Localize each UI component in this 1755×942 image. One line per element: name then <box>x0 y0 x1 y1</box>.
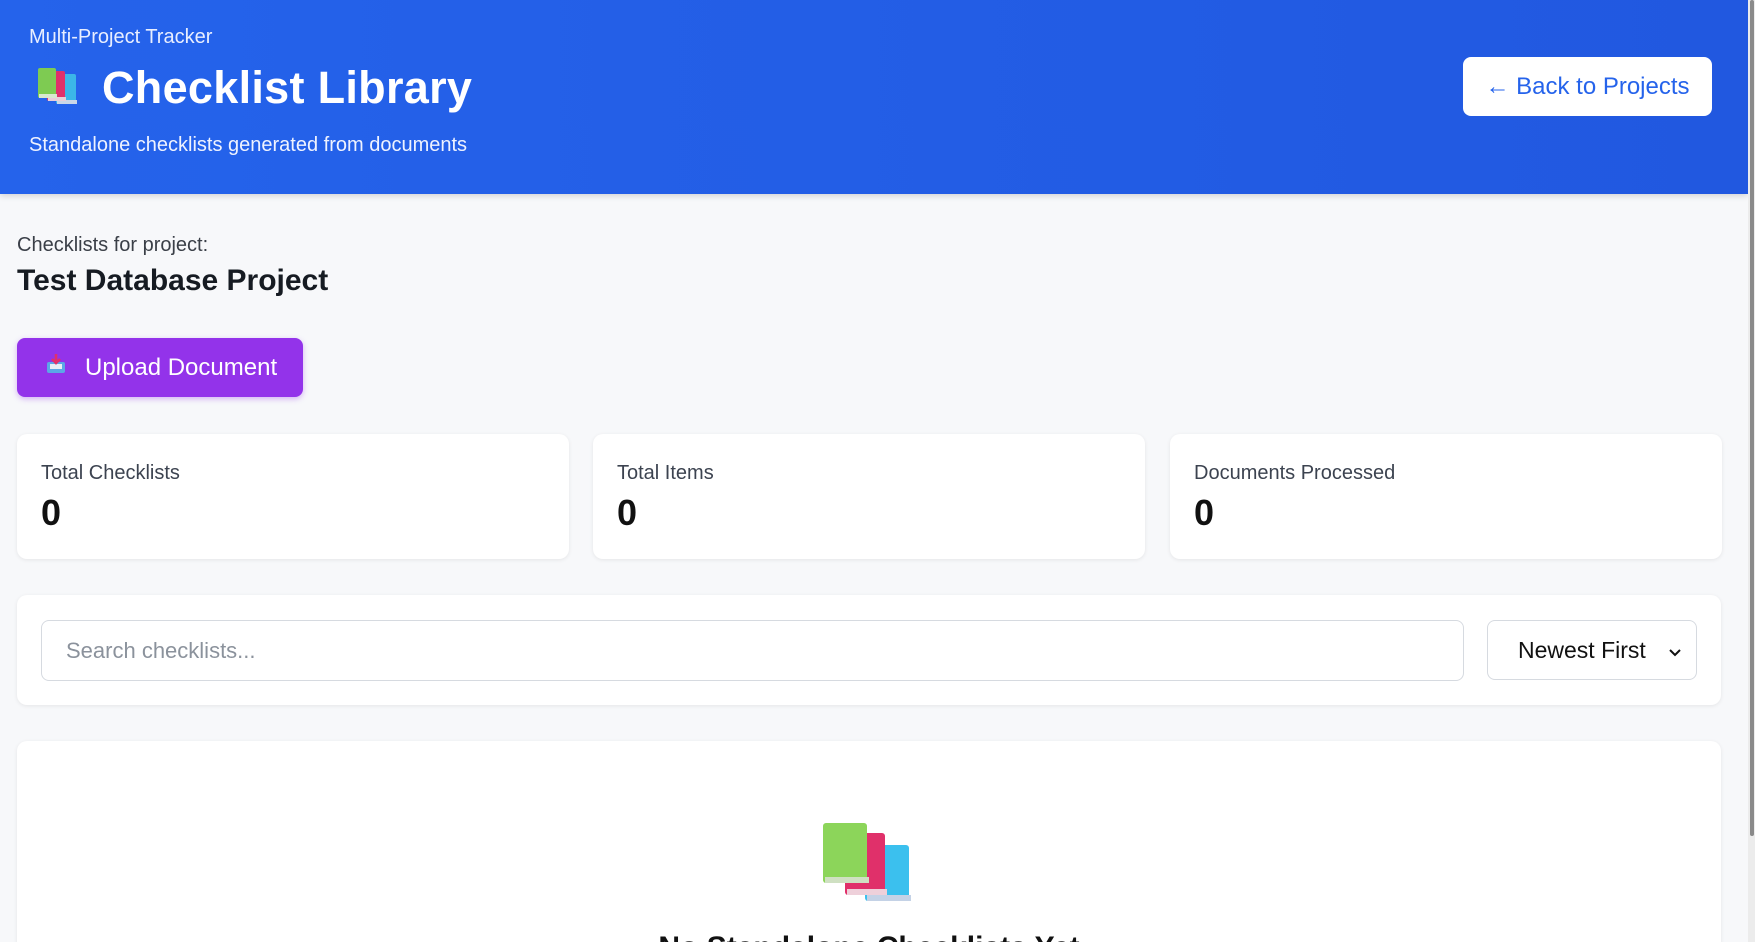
stat-value: 0 <box>1194 492 1215 533</box>
stat-value: 0 <box>617 492 638 533</box>
stat-label: Documents Processed <box>1194 462 1396 484</box>
inbox-tray-icon <box>45 353 67 382</box>
stat-label: Total Items <box>617 462 714 484</box>
stat-label: Total Checklists <box>41 462 180 484</box>
sort-selected-value: Newest First <box>1518 636 1646 663</box>
upload-document-label: Upload Document <box>85 353 278 381</box>
page-subtitle: Standalone checklists generated from doc… <box>29 134 468 156</box>
chevron-down-icon <box>1668 637 1682 664</box>
search-panel: Newest First <box>17 595 1721 705</box>
title-row: Checklist Library <box>36 62 472 114</box>
empty-state-panel: No Standalone Checklists Yet <box>17 741 1721 942</box>
page-header: Multi-Project Tracker Checklist Library … <box>0 0 1748 194</box>
app-name: Multi-Project Tracker <box>29 26 213 48</box>
sort-select[interactable]: Newest First <box>1487 620 1697 680</box>
empty-state-title: No Standalone Checklists Yet <box>17 931 1721 942</box>
checklist-library-page: Multi-Project Tracker Checklist Library … <box>0 0 1755 942</box>
back-to-projects-button[interactable]: ← Back to Projects <box>1463 57 1712 116</box>
project-name: Test Database Project <box>17 264 329 297</box>
project-label: Checklists for project: <box>17 234 209 256</box>
books-icon <box>821 821 913 910</box>
stat-value: 0 <box>41 492 62 533</box>
books-icon <box>36 66 82 111</box>
stat-card-total-items: Total Items 0 <box>593 434 1145 559</box>
scrollbar-thumb[interactable] <box>1750 0 1754 836</box>
upload-document-button[interactable]: Upload Document <box>17 338 303 397</box>
stat-card-total-checklists: Total Checklists 0 <box>17 434 569 559</box>
stat-card-documents-processed: Documents Processed 0 <box>1170 434 1722 559</box>
search-input[interactable] <box>41 620 1464 681</box>
page-title: Checklist Library <box>102 62 473 113</box>
